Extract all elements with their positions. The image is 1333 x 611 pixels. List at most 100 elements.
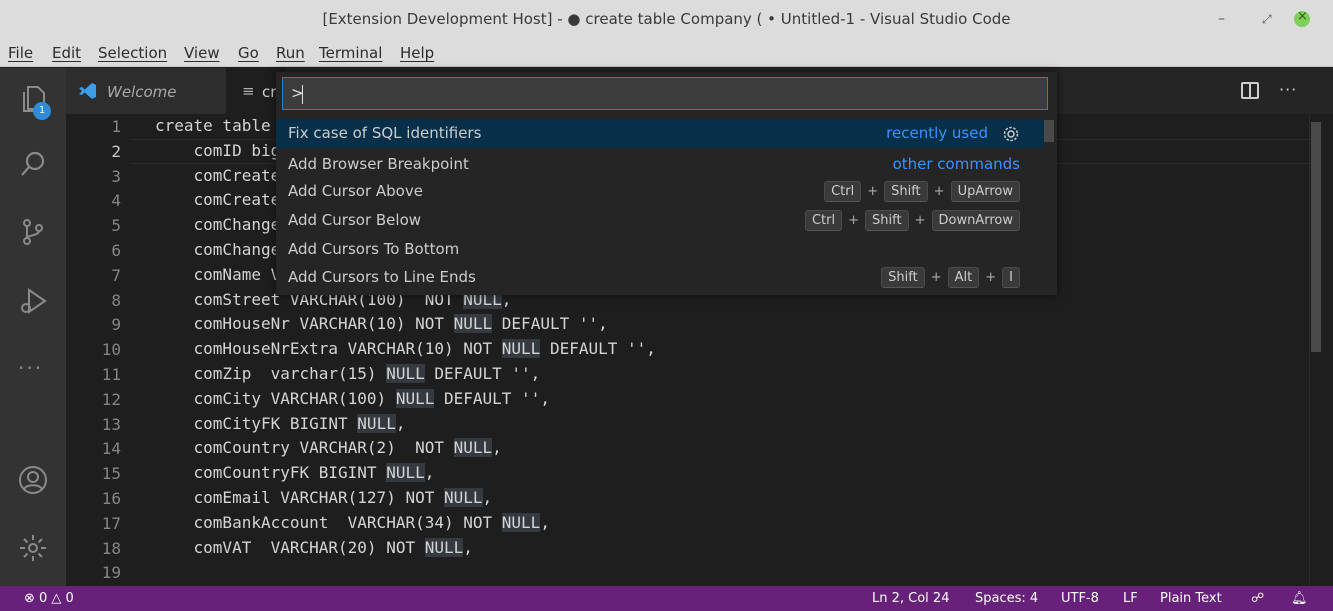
menu-help[interactable]: Help — [400, 44, 434, 62]
menu-terminal[interactable]: Terminal — [319, 44, 382, 62]
tab-welcome[interactable]: Welcome — [66, 68, 226, 114]
line-code: comBankAccount VARCHAR(34) NOT NULL, — [155, 512, 550, 532]
menu-edit[interactable]: Edit — [52, 44, 81, 62]
line-code: comZip varchar(15) NULL DEFAULT '', — [155, 364, 541, 383]
status-indentation[interactable]: Spaces: 4 — [975, 591, 1038, 606]
status-cursor-position[interactable]: Ln 2, Col 24 — [872, 591, 949, 606]
code-line[interactable]: 15 comCountryFK BIGINT NULL, — [66, 461, 1333, 486]
palette-item[interactable]: Fix case of SQL identifiers recently used — [276, 119, 1044, 148]
line-code: comVAT VARCHAR(20) NOT NULL, — [155, 537, 473, 557]
palette-scrollbar[interactable] — [1044, 120, 1054, 142]
line-number: 17 — [101, 513, 121, 533]
line-code: comHouseNrExtra VARCHAR(10) NOT NULL DEF… — [155, 339, 656, 359]
line-number: 1 — [111, 117, 121, 136]
line-number: 2 — [111, 141, 121, 161]
key-separator: + — [867, 184, 879, 199]
line-number: 18 — [101, 538, 121, 558]
search-icon[interactable] — [17, 148, 49, 180]
editor-scrollbar[interactable] — [1311, 122, 1321, 352]
menu-go[interactable]: Go — [238, 44, 259, 62]
key-separator: + — [914, 213, 926, 228]
line-number: 7 — [111, 265, 121, 285]
palette-item-label: Add Browser Breakpoint — [288, 155, 469, 173]
keybinding: Shift + Alt + I — [881, 267, 1020, 288]
configure-keybinding-gear-icon[interactable] — [1002, 125, 1020, 143]
palette-item[interactable]: Add Cursors to Line Ends Shift + Alt + I — [276, 263, 1044, 292]
line-number: 4 — [111, 191, 121, 211]
menu-bar: File Edit Selection View Go Run Terminal… — [0, 40, 1333, 67]
accounts-icon[interactable] — [17, 464, 49, 496]
status-encoding[interactable]: UTF-8 — [1061, 591, 1099, 606]
palette-item[interactable]: Add Browser Breakpoint other commands — [276, 150, 1044, 179]
key-separator: + — [933, 184, 945, 199]
menu-file[interactable]: File — [8, 44, 33, 62]
code-line[interactable]: 13 comCityFK BIGINT NULL, — [66, 412, 1333, 437]
key-cap: Shift — [865, 210, 909, 231]
code-line[interactable]: 18 comVAT VARCHAR(20) NOT NULL, — [66, 536, 1333, 561]
notifications-bell-icon[interactable]: 🔔︎ — [1291, 591, 1308, 606]
code-line[interactable]: 9 comHouseNr VARCHAR(10) NOT NULL DEFAUL… — [66, 312, 1333, 337]
palette-item[interactable]: Add Cursor Above Ctrl + Shift + UpArrow — [276, 177, 1044, 206]
tab-welcome-label: Welcome — [107, 83, 177, 101]
title-bar: [Extension Development Host] - ● create … — [0, 0, 1333, 40]
run-debug-icon[interactable] — [17, 285, 49, 317]
more-views-icon[interactable]: ··· — [18, 356, 43, 380]
key-separator: + — [985, 270, 997, 285]
text-file-icon: ≡ — [242, 82, 255, 100]
feedback-icon[interactable]: ☍ — [1251, 591, 1264, 606]
vscode-logo-icon — [79, 83, 96, 99]
code-line[interactable]: 10 comHouseNrExtra VARCHAR(10) NOT NULL … — [66, 337, 1333, 362]
close-window-button[interactable] — [1294, 9, 1310, 27]
code-line[interactable]: 11 comZip varchar(15) NULL DEFAULT '', — [66, 362, 1333, 387]
menu-selection[interactable]: Selection — [98, 44, 167, 62]
code-line[interactable]: 14 comCountry VARCHAR(2) NOT NULL, — [66, 436, 1333, 461]
status-eol[interactable]: LF — [1123, 591, 1138, 606]
status-language[interactable]: Plain Text — [1160, 591, 1222, 606]
minimize-button[interactable]: – — [1218, 11, 1225, 27]
key-cap: Shift — [884, 181, 928, 202]
code-line[interactable]: 12 comCity VARCHAR(100) NULL DEFAULT '', — [66, 387, 1333, 412]
key-cap: Shift — [881, 267, 925, 288]
status-problems[interactable]: ⊗ 0 △ 0 — [24, 591, 74, 606]
palette-item-group: other commands — [892, 155, 1020, 173]
text-caret — [302, 85, 303, 104]
line-code: comEmail VARCHAR(127) NOT NULL, — [155, 488, 493, 507]
explorer-badge: 1 — [33, 102, 51, 120]
command-palette-input[interactable]: > — [282, 77, 1048, 110]
activity-bar — [0, 68, 66, 586]
palette-item[interactable]: Add Cursor Below Ctrl + Shift + DownArrow — [276, 206, 1044, 235]
status-bar: ⊗ 0 △ 0 Ln 2, Col 24 Spaces: 4 UTF-8 LF … — [0, 586, 1333, 611]
line-code: comCityFK BIGINT NULL, — [155, 413, 406, 433]
line-number: 16 — [101, 489, 121, 508]
code-line[interactable]: 16 comEmail VARCHAR(127) NOT NULL, — [66, 486, 1333, 511]
keybinding: Ctrl + Shift + UpArrow — [824, 181, 1020, 202]
line-number: 3 — [111, 166, 121, 186]
key-cap: Ctrl — [824, 181, 862, 202]
split-editor-icon[interactable] — [1241, 82, 1259, 99]
source-control-icon[interactable] — [17, 216, 49, 248]
palette-item-label: Fix case of SQL identifiers — [288, 124, 482, 142]
line-number: 5 — [111, 216, 121, 236]
code-line[interactable]: 17 comBankAccount VARCHAR(34) NOT NULL, — [66, 511, 1333, 536]
menu-view[interactable]: View — [184, 44, 220, 62]
key-cap: DownArrow — [931, 210, 1020, 231]
palette-item[interactable]: Add Cursors To Bottom — [276, 235, 1044, 264]
line-code: comHouseNr VARCHAR(10) NOT NULL DEFAULT … — [155, 314, 608, 334]
palette-item-group: recently used — [886, 124, 988, 142]
menu-run[interactable]: Run — [276, 44, 305, 62]
key-cap: Ctrl — [804, 210, 843, 231]
window-title: [Extension Development Host] - ● create … — [322, 10, 1011, 28]
maximize-button[interactable]: ⤢ — [1262, 12, 1272, 27]
code-line[interactable]: 19 — [66, 560, 1333, 585]
more-actions-icon[interactable]: ··· — [1279, 80, 1297, 99]
manage-gear-icon[interactable] — [17, 532, 49, 564]
line-number: 19 — [101, 563, 121, 583]
key-separator: + — [848, 213, 860, 228]
palette-item-label: Add Cursor Below — [288, 211, 422, 229]
key-cap: Alt — [947, 267, 980, 288]
palette-item-label: Add Cursors to Line Ends — [288, 268, 476, 286]
line-code: comCountry VARCHAR(2) NOT NULL, — [155, 438, 502, 458]
line-number: 9 — [111, 315, 121, 335]
line-number: 13 — [101, 414, 121, 434]
line-number: 14 — [101, 439, 121, 459]
